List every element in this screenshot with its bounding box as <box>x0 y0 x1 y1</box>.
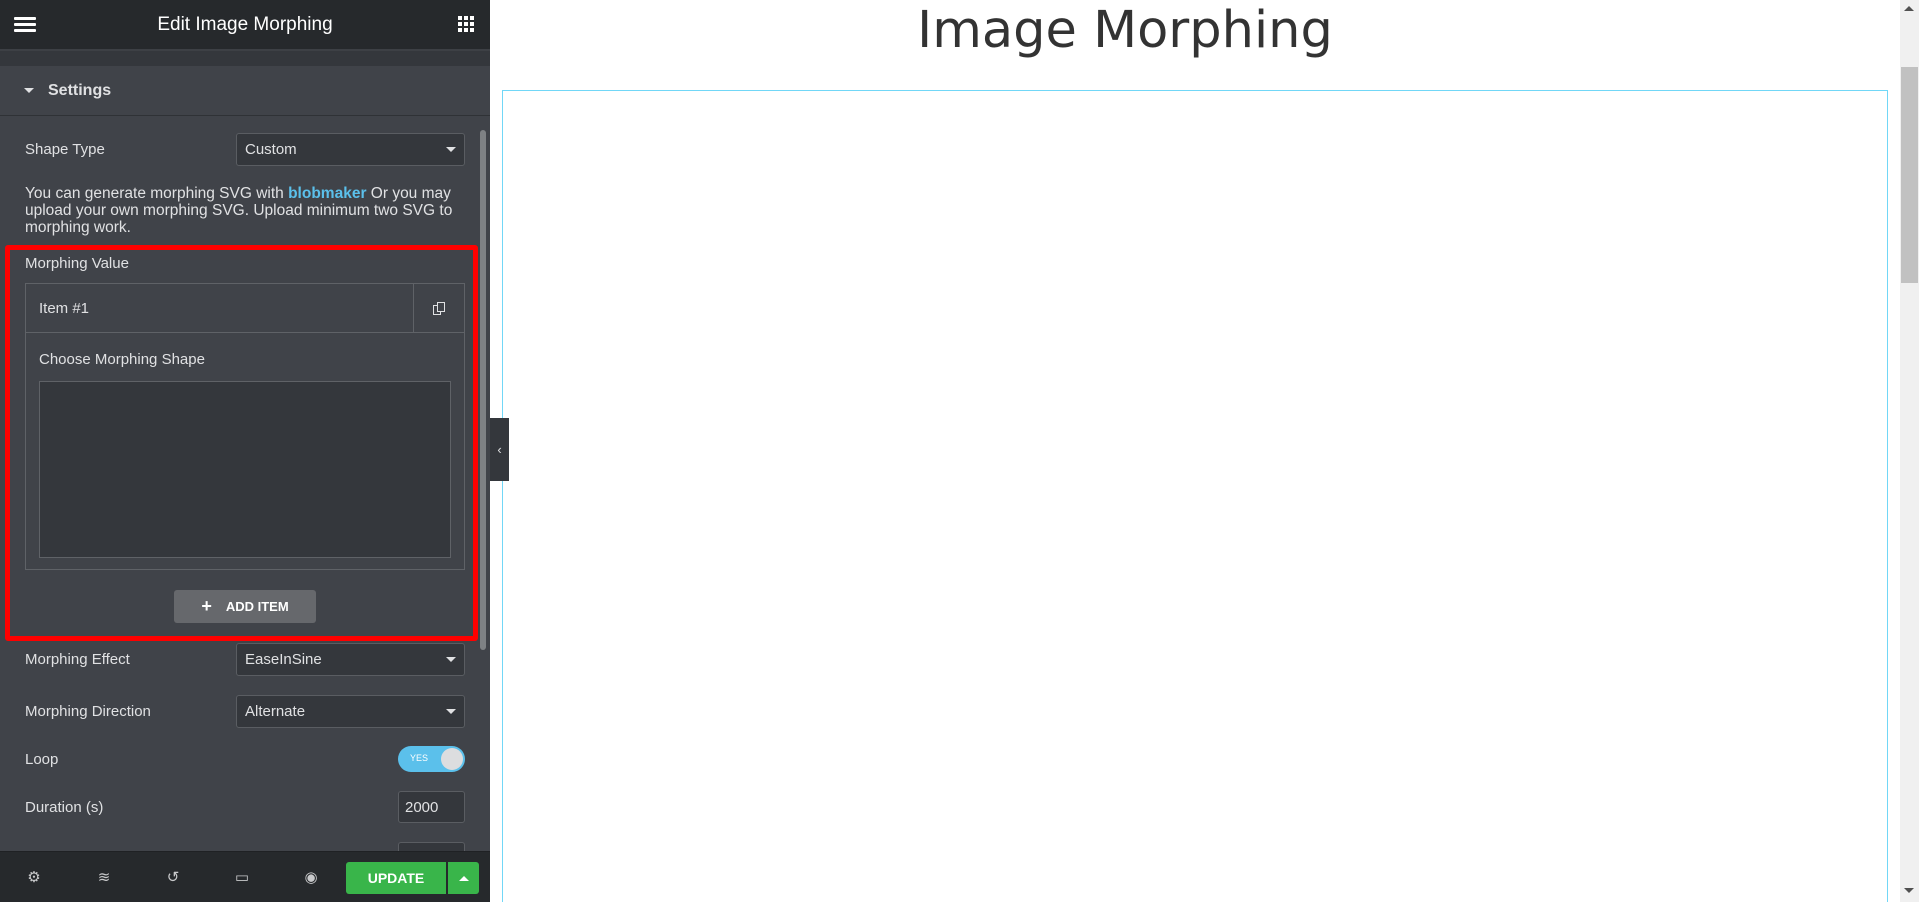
toggle-state-text: YES <box>410 753 429 763</box>
panel-title: Edit Image Morphing <box>157 13 333 35</box>
update-button[interactable]: UPDATE <box>346 862 446 894</box>
duplicate-item-button[interactable] <box>413 284 464 333</box>
morphing-effect-value: EaseInSine <box>245 651 322 668</box>
choose-shape-label: Choose Morphing Shape <box>39 351 205 368</box>
panel-header: Edit Image Morphing <box>0 0 490 49</box>
morphing-value-repeater: Item #1 Choose Morphing Shape <box>25 283 465 570</box>
description-text: You can generate morphing SVG with blobm… <box>25 185 470 236</box>
layers-icon[interactable]: ≋ <box>95 869 113 887</box>
repeater-item-header[interactable]: Item #1 <box>26 284 464 333</box>
collapse-panel-button[interactable]: ‹ <box>490 418 509 481</box>
shape-type-label: Shape Type <box>25 141 105 158</box>
duration-control: Duration (s) 2000 <box>25 791 465 823</box>
widgets-grid-icon[interactable] <box>458 16 474 32</box>
hamburger-menu-icon[interactable] <box>14 17 36 32</box>
panel-tabs-bar <box>0 49 490 66</box>
plus-icon: + <box>201 596 212 616</box>
loop-label: Loop <box>25 750 59 768</box>
caret-down-icon <box>24 88 34 93</box>
morphing-effect-select[interactable]: EaseInSine <box>236 643 465 676</box>
toggle-knob <box>441 748 463 770</box>
scroll-up-icon[interactable] <box>1904 6 1914 11</box>
history-icon[interactable]: ↺ <box>164 869 182 887</box>
panel-scrollbar[interactable] <box>480 130 486 650</box>
description-part: You can generate morphing SVG with <box>25 185 289 202</box>
duration-input[interactable]: 2000 <box>398 791 465 823</box>
morphing-direction-label: Morphing Direction <box>25 703 151 720</box>
eye-icon[interactable]: ◉ <box>302 869 320 887</box>
gear-icon[interactable]: ⚙ <box>25 869 43 887</box>
update-options-button[interactable] <box>448 862 479 894</box>
editor-panel: Edit Image Morphing Settings Shape Type … <box>0 0 490 902</box>
chevron-left-icon: ‹ <box>497 442 502 457</box>
add-item-label: ADD ITEM <box>225 599 289 614</box>
morphing-widget-area[interactable] <box>502 90 1888 902</box>
loop-control: Loop YES <box>25 746 465 772</box>
morphing-direction-value: Alternate <box>245 703 306 720</box>
loop-toggle[interactable]: YES <box>398 746 465 772</box>
settings-section-toggle[interactable]: Settings <box>0 66 490 116</box>
shape-media-upload[interactable] <box>39 381 451 558</box>
section-label: Settings <box>48 81 112 99</box>
scrollbar-thumb[interactable] <box>1901 67 1918 283</box>
scroll-down-icon[interactable] <box>1904 888 1914 893</box>
preview-canvas: Image Morphing <box>490 0 1900 902</box>
shape-type-value: Custom <box>245 141 297 158</box>
duration-label: Duration (s) <box>25 798 104 816</box>
caret-up-icon <box>458 875 469 881</box>
page-scrollbar[interactable] <box>1900 0 1919 902</box>
shape-type-control: Shape Type Custom <box>25 133 465 166</box>
page-title: Image Morphing <box>917 1 1333 60</box>
morphing-effect-label: Morphing Effect <box>25 651 130 668</box>
chevron-down-icon <box>446 657 456 662</box>
add-item-button[interactable]: + ADD ITEM <box>174 590 316 623</box>
morphing-value-label: Morphing Value <box>25 255 129 272</box>
chevron-down-icon <box>446 709 456 714</box>
shape-type-select[interactable]: Custom <box>236 133 465 166</box>
blobmaker-link[interactable]: blobmaker <box>288 185 366 202</box>
responsive-icon[interactable]: ▭ <box>233 869 251 887</box>
duplicate-icon <box>433 301 445 316</box>
morphing-direction-select[interactable]: Alternate <box>236 695 465 728</box>
panel-footer: ⚙ ≋ ↺ ▭ ◉ UPDATE <box>0 851 490 902</box>
morphing-effect-control: Morphing Effect EaseInSine <box>25 643 465 676</box>
repeater-item-title: Item #1 <box>39 299 90 317</box>
morphing-direction-control: Morphing Direction Alternate <box>25 695 465 728</box>
chevron-down-icon <box>446 147 456 152</box>
